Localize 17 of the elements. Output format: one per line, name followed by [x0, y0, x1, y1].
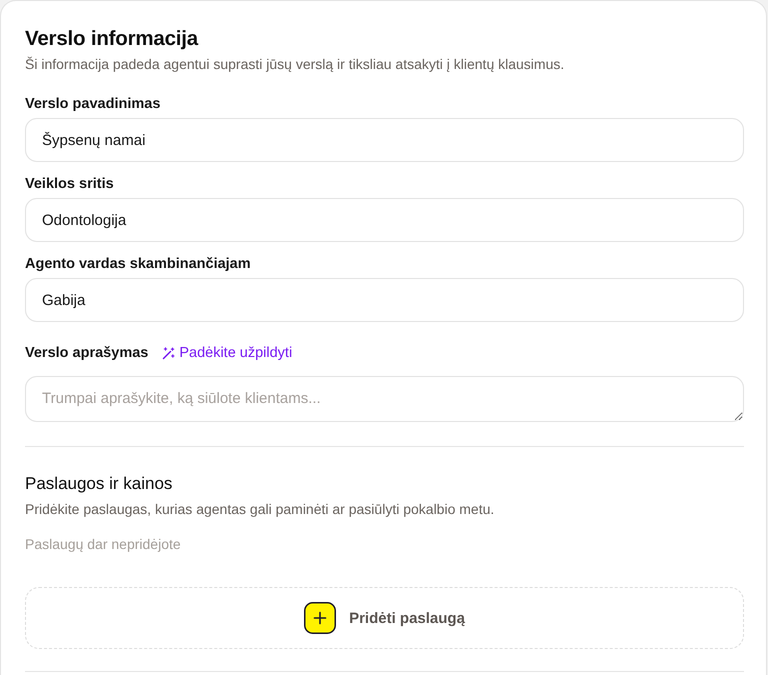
plus-icon: [304, 602, 336, 634]
section-title: Paslaugos ir kainos: [25, 473, 174, 495]
text-field[interactable]: Gabija: [25, 278, 744, 322]
text-field[interactable]: Šypsenų namai: [25, 118, 744, 162]
field-label: Agento vardas skambinančiajam: [25, 255, 251, 274]
field-label: Verslo pavadinimas: [25, 95, 160, 114]
field-label: Veiklos sritis: [25, 175, 114, 194]
field-label: Verslo aprašymas: [25, 344, 148, 363]
section-description: Ši informacija padeda agentui suprasti jūsų verslą ir tiksliau atsakyti į klientų klausimus.: [25, 55, 566, 74]
section-title: Verslo informacija: [25, 27, 200, 51]
section-description: Pridėkite paslaugas, kurias agentas gali paminėti ar pasiūlyti pokalbio metu.: [25, 500, 496, 519]
text-field[interactable]: Odontologija: [25, 198, 744, 242]
fill-help-link[interactable]: Padėkite užpildyti: [162, 341, 292, 365]
empty-state-text: Paslaugų dar nepridėjote: [25, 535, 182, 554]
magic-wand-icon: [162, 346, 176, 360]
add-service-button[interactable]: Pridėti paslaugą: [25, 587, 744, 649]
description-field[interactable]: Trumpai aprašykite, ką siūlote klientams...: [25, 376, 744, 422]
